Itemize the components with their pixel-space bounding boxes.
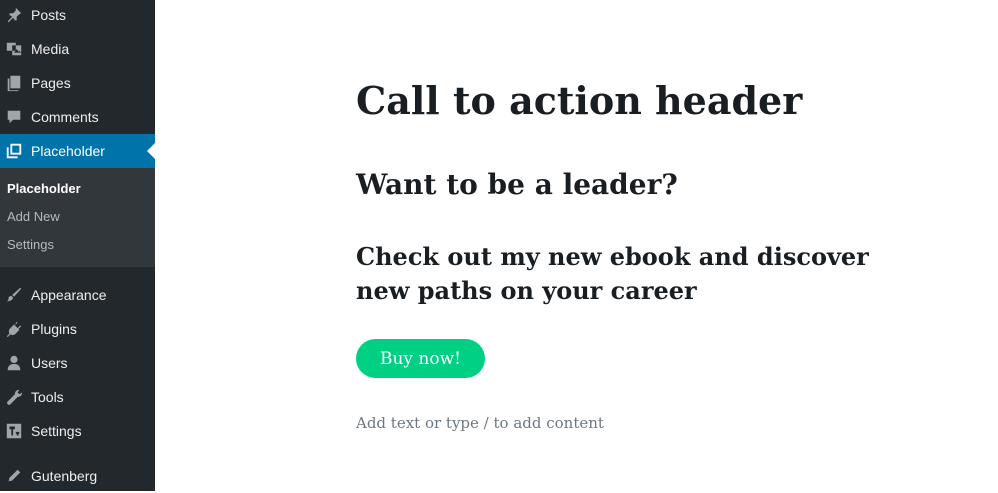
menu-item-comments[interactable]: Comments — [0, 100, 155, 134]
menu-label-users: Users — [31, 355, 68, 371]
menu-item-gutenberg[interactable]: Gutenberg — [0, 459, 155, 493]
brush-icon — [4, 285, 24, 305]
placeholder-icon — [4, 141, 24, 161]
user-icon — [4, 353, 24, 373]
menu-item-settings[interactable]: Settings — [0, 414, 155, 448]
submenu-item-placeholder[interactable]: Placeholder — [7, 181, 81, 196]
heading-block-1[interactable]: Call to action header — [356, 78, 802, 123]
heading-block-3[interactable]: Check out my new ebook and discover new … — [356, 240, 916, 308]
admin-sidebar: Posts Media Pages Comments Placeholder P… — [0, 0, 155, 491]
menu-label-pages: Pages — [31, 75, 71, 91]
menu-label-settings: Settings — [31, 423, 82, 439]
wrench-icon — [4, 387, 24, 407]
menu-item-plugins[interactable]: Plugins — [0, 312, 155, 346]
comment-icon — [4, 107, 24, 127]
plug-icon — [4, 319, 24, 339]
menu-item-tools[interactable]: Tools — [0, 380, 155, 414]
heading-block-2[interactable]: Want to be a leader? — [356, 168, 678, 201]
menu-label-posts: Posts — [31, 7, 67, 23]
settings-icon — [4, 421, 24, 441]
pin-icon — [4, 5, 24, 25]
submenu-item-settings[interactable]: Settings — [7, 237, 54, 252]
menu-item-users[interactable]: Users — [0, 346, 155, 380]
menu-label-tools: Tools — [31, 389, 64, 405]
menu-label-placeholder: Placeholder — [31, 143, 105, 159]
add-block-placeholder[interactable]: Add text or type / to add content — [356, 414, 604, 432]
pages-icon — [4, 73, 24, 93]
buy-now-button[interactable]: Buy now! — [356, 339, 485, 378]
placeholder-submenu: Placeholder Add New Settings — [0, 168, 155, 267]
menu-item-posts[interactable]: Posts — [0, 0, 155, 32]
block-editor: Call to action header Want to be a leade… — [155, 0, 998, 491]
menu-label-media: Media — [31, 41, 70, 57]
pencil-icon — [4, 466, 24, 486]
menu-label-gutenberg: Gutenberg — [31, 468, 98, 484]
submenu-item-add-new[interactable]: Add New — [7, 209, 60, 224]
menu-label-appearance: Appearance — [31, 287, 107, 303]
menu-item-placeholder[interactable]: Placeholder — [0, 134, 155, 168]
menu-label-plugins: Plugins — [31, 321, 77, 337]
current-menu-arrow — [147, 143, 155, 159]
menu-label-comments: Comments — [31, 109, 99, 125]
media-icon — [4, 39, 24, 59]
menu-item-media[interactable]: Media — [0, 32, 155, 66]
menu-item-pages[interactable]: Pages — [0, 66, 155, 100]
menu-item-appearance[interactable]: Appearance — [0, 278, 155, 312]
